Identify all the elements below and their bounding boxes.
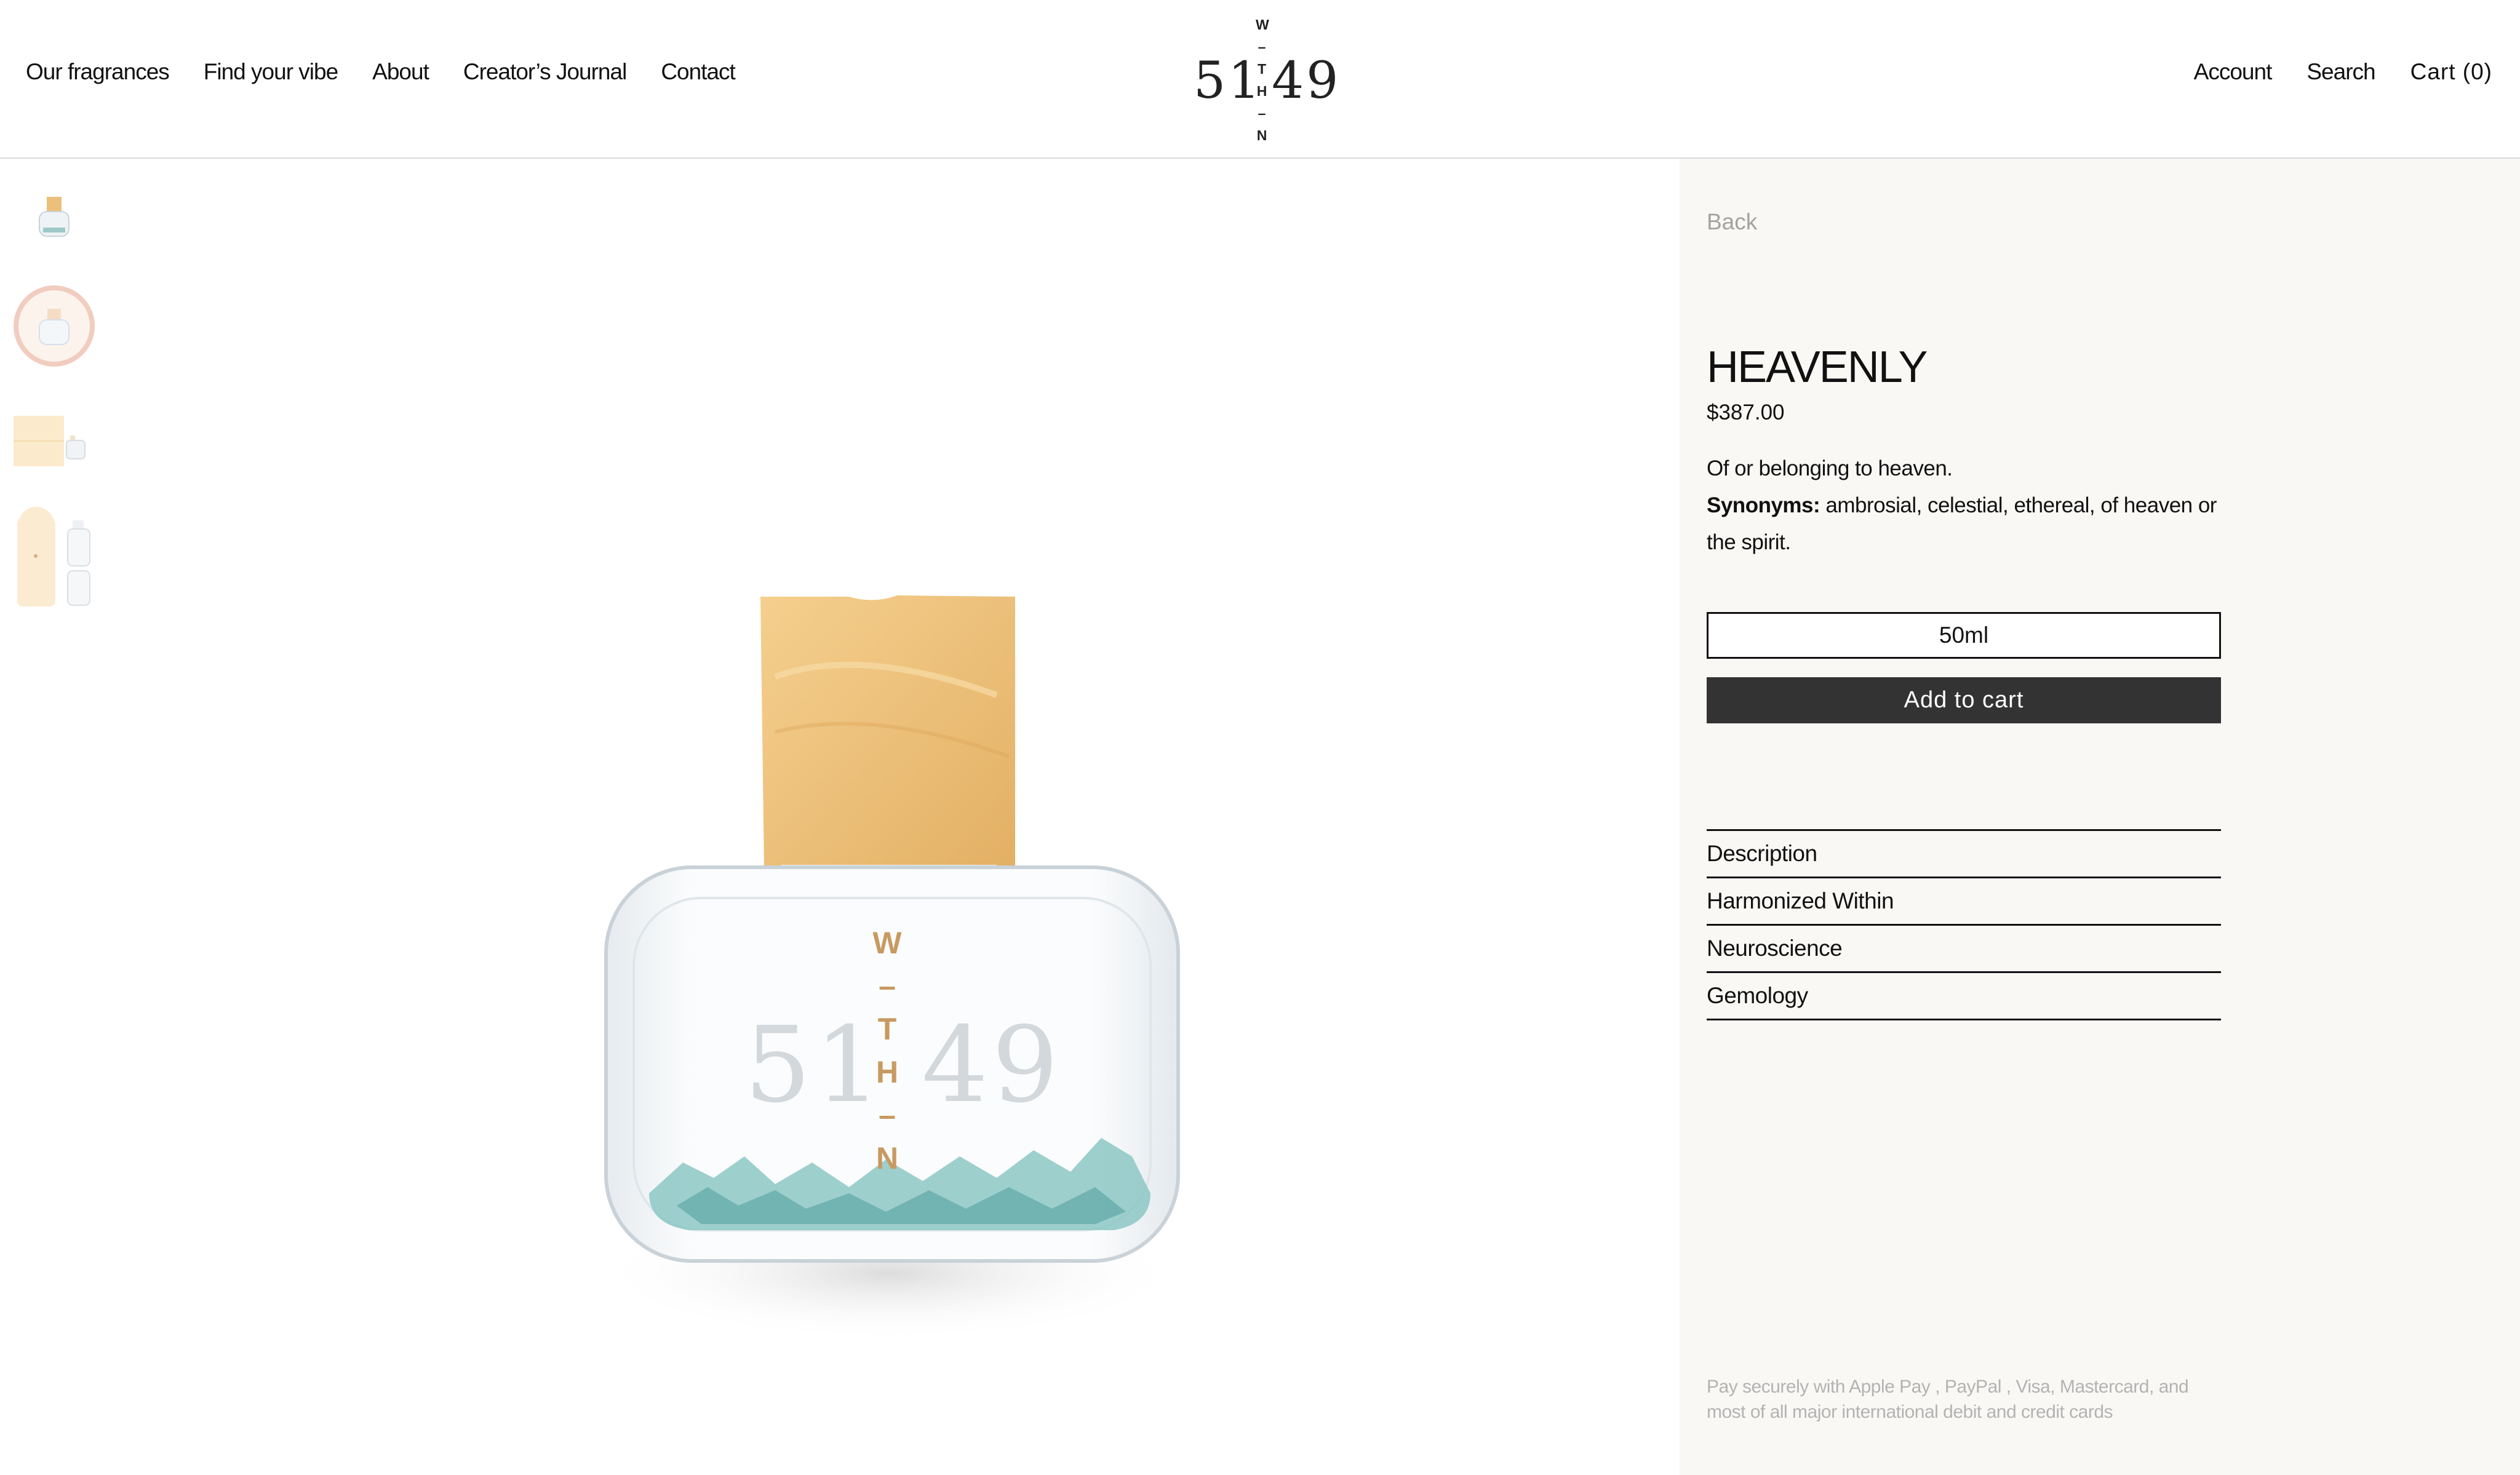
utility-nav: Account Search Cart (0) — [2194, 59, 2492, 85]
accordion-harmonized-within[interactable]: Harmonized Within — [1707, 878, 2221, 926]
nav-creators-journal[interactable]: Creator’s Journal — [463, 59, 627, 85]
thumbnail-bottle-halo[interactable] — [9, 284, 101, 370]
nav-find-your-vibe[interactable]: Find your vibe — [204, 59, 338, 85]
svg-text:N: N — [876, 1141, 898, 1175]
nav-contact[interactable]: Contact — [661, 59, 736, 85]
thumbnail-bottle-pouch[interactable] — [9, 504, 101, 609]
payment-note: Pay securely with Apple Pay , PayPal , V… — [1707, 1377, 2189, 1422]
site-header: Our fragrances Find your vibe About Crea… — [0, 0, 2520, 159]
accordion-gemology[interactable]: Gemology — [1707, 973, 2221, 1020]
logo-number-left: 51 — [1194, 52, 1263, 110]
logo-number-right: 49 — [1272, 52, 1341, 110]
product-price: $387.00 — [1707, 400, 1785, 424]
bottle-logo-left: 51 — [744, 1004, 885, 1126]
product-accordion: Description Harmonized Within Neuroscien… — [1707, 829, 2221, 1020]
svg-text:W: W — [872, 926, 902, 960]
svg-text:–: – — [879, 969, 896, 1003]
product-image: 51 49 W – T H – N — [541, 572, 1280, 1390]
accordion-description[interactable]: Description — [1707, 831, 2221, 878]
nav-account[interactable]: Account — [2194, 59, 2273, 85]
main-nav: Our fragrances Find your vibe About Crea… — [26, 59, 736, 85]
nav-search[interactable]: Search — [2307, 59, 2375, 85]
synonyms-line: Synonyms: ambrosial, celestial, ethereal… — [1707, 487, 2236, 561]
synonyms-label: Synonyms: — [1707, 493, 1820, 517]
brand-logo[interactable]: 51 W – T H – N 49 — [1194, 14, 1338, 145]
description-line: Of or belonging to heaven. — [1707, 456, 1953, 480]
product-short-description: Of or belonging to heaven. Synonyms: amb… — [1707, 450, 2236, 561]
svg-text:–: – — [879, 1098, 896, 1132]
svg-text:T: T — [878, 1012, 897, 1046]
nav-our-fragrances[interactable]: Our fragrances — [26, 59, 170, 85]
bottle-logo-right: 49 — [922, 1004, 1062, 1126]
logo-vertical-letters: W – T H – N — [1256, 17, 1269, 143]
nav-cart[interactable]: Cart (0) — [2410, 59, 2492, 85]
size-option-button[interactable]: 50ml — [1707, 612, 2221, 659]
add-to-cart-button[interactable]: Add to cart — [1707, 677, 2221, 723]
accordion-neuroscience[interactable]: Neuroscience — [1707, 926, 2221, 973]
thumbnail-gift-box[interactable] — [9, 407, 101, 475]
nav-about[interactable]: About — [372, 59, 429, 85]
thumbnail-bottle-front[interactable] — [9, 182, 101, 250]
back-link[interactable]: Back — [1707, 209, 1757, 235]
svg-text:H: H — [876, 1055, 898, 1089]
product-title: HEAVENLY — [1707, 343, 1928, 392]
product-panel: Back HEAVENLY $387.00 Of or belonging to… — [1680, 159, 2520, 1475]
